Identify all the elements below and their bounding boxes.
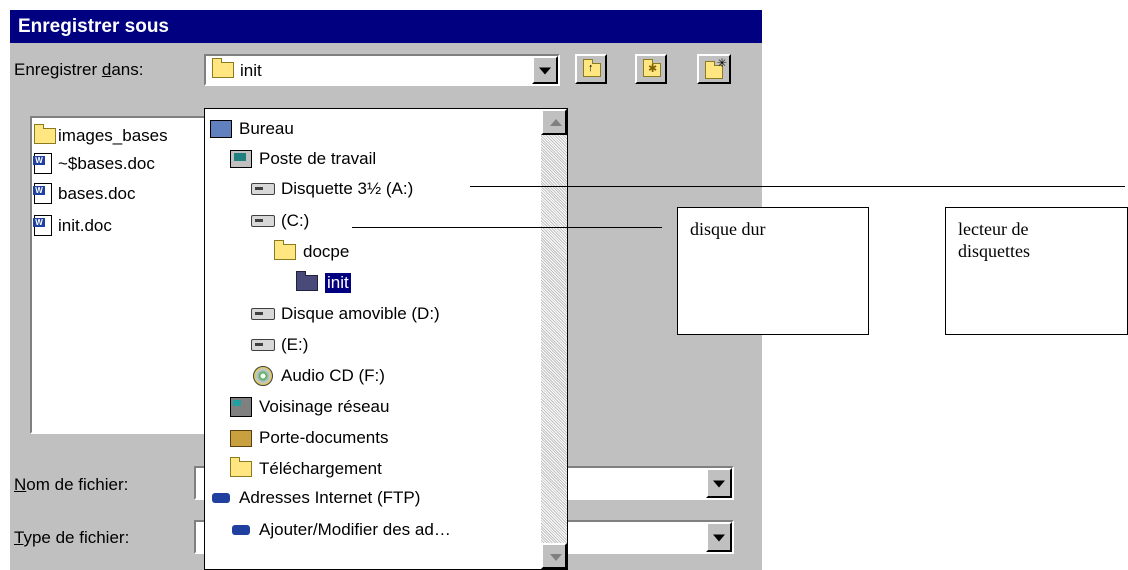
dropdown-item-audio-cd-f[interactable]: Audio CD (F:): [251, 361, 385, 391]
floppy-reader-callout: lecteur de disquettes: [945, 207, 1128, 335]
chevron-down-icon: [713, 480, 725, 488]
save-in-label: Enregistrer dans:: [14, 60, 144, 79]
folder-icon: [229, 457, 253, 477]
create-new-folder-button[interactable]: ✳: [697, 54, 731, 84]
favorites-button[interactable]: ✱: [635, 54, 667, 84]
briefcase-icon: [229, 429, 253, 447]
filename-dropdown-button[interactable]: [706, 468, 732, 498]
title-bar: Enregistrer sous: [10, 10, 762, 43]
filetype-label: Type de fichier:: [14, 528, 130, 547]
dropdown-item-e-drive[interactable]: (E:): [251, 330, 308, 360]
desktop-icon: [209, 120, 233, 138]
save-in-dropdown-button[interactable]: [532, 56, 558, 84]
list-item[interactable]: images_bases: [34, 122, 168, 149]
dropdown-item-adresses-internet-ftp[interactable]: Adresses Internet (FTP): [209, 483, 420, 513]
network-icon: [229, 397, 253, 417]
list-item[interactable]: W ~$bases.doc: [33, 150, 155, 177]
file-name: init.doc: [58, 215, 112, 235]
open-folder-icon: [295, 271, 319, 291]
scroll-down-button[interactable]: [541, 543, 567, 569]
dropdown-item-disque-amovible-d[interactable]: Disque amovible (D:): [251, 299, 440, 329]
dropdown-item-c-drive[interactable]: (C:): [251, 206, 309, 236]
chevron-down-icon: [713, 534, 725, 542]
ftp-icon: [229, 525, 253, 535]
file-name: bases.doc: [58, 183, 136, 203]
current-folder-value: init: [240, 61, 262, 80]
removable-drive-icon: [251, 308, 275, 320]
save-in-dropdown-list[interactable]: Bureau Poste de travail Disquette 3½ (A:…: [204, 108, 568, 570]
folder-icon: [273, 240, 297, 260]
file-name: images_bases: [58, 125, 168, 145]
dropdown-item-disquette-a[interactable]: Disquette 3½ (A:): [251, 174, 413, 204]
dialog-title: Enregistrer sous: [18, 16, 169, 37]
up-one-level-button[interactable]: ↑: [575, 54, 607, 84]
word-doc-icon: W: [33, 153, 56, 174]
scroll-up-button[interactable]: [541, 109, 567, 135]
floppy-drive-icon: [251, 183, 275, 195]
drive-icon: [251, 339, 275, 351]
file-list[interactable]: images_bases W ~$bases.doc W bases.doc W…: [30, 116, 220, 434]
cd-icon: [251, 366, 275, 386]
computer-icon: [229, 150, 253, 168]
filetype-dropdown-button[interactable]: [706, 522, 732, 552]
dropdown-item-voisinage-reseau[interactable]: Voisinage réseau: [229, 392, 389, 422]
ftp-icon: [209, 493, 233, 503]
dropdown-item-init[interactable]: init: [295, 268, 352, 298]
chevron-down-icon: [539, 67, 551, 75]
floppy-callout-line: [470, 186, 1125, 187]
dropdown-item-poste-de-travail[interactable]: Poste de travail: [229, 144, 376, 174]
dropdown-scrollbar[interactable]: [541, 109, 567, 569]
folder-icon: [212, 58, 234, 83]
chevron-up-icon: [550, 119, 562, 126]
hard-disk-callout: disque dur: [677, 207, 869, 335]
word-doc-icon: W: [33, 215, 56, 236]
folder-icon: [34, 123, 56, 144]
list-item[interactable]: W bases.doc: [33, 180, 136, 207]
dropdown-item-telechargement[interactable]: Téléchargement: [229, 454, 382, 484]
file-name: ~$bases.doc: [58, 153, 155, 173]
word-doc-icon: W: [33, 183, 56, 204]
list-item[interactable]: W init.doc: [33, 212, 112, 239]
harddisk-callout-line: [352, 227, 662, 228]
save-in-combobox[interactable]: init: [204, 54, 560, 86]
dropdown-item-porte-documents[interactable]: Porte-documents: [229, 423, 388, 453]
chevron-down-icon: [550, 554, 562, 561]
filename-label: Nom de fichier:: [14, 475, 129, 494]
dropdown-item-bureau[interactable]: Bureau: [209, 114, 294, 144]
hard-drive-icon: [251, 215, 275, 227]
dropdown-item-docpe[interactable]: docpe: [273, 237, 349, 267]
dropdown-item-ajouter-modifier[interactable]: Ajouter/Modifier des ad…: [229, 515, 451, 545]
